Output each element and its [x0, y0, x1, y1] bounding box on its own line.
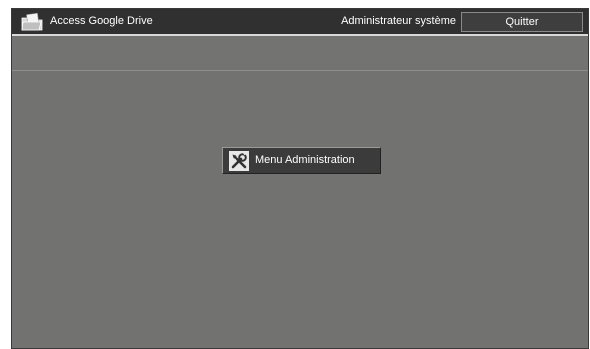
tools-icon [229, 151, 249, 171]
folder-document-icon [21, 13, 43, 31]
main-content: Menu Administration [12, 71, 588, 348]
toolbar-area [12, 36, 588, 71]
app-window: Access Google Drive Administrateur systè… [11, 8, 589, 349]
admin-menu-button[interactable]: Menu Administration [222, 147, 381, 174]
current-user-label: Administrateur système [341, 15, 456, 27]
admin-menu-label: Menu Administration [255, 154, 355, 166]
title-bar: Access Google Drive Administrateur systè… [12, 9, 588, 36]
quit-button[interactable]: Quitter [461, 12, 583, 32]
app-title: Access Google Drive [50, 15, 153, 27]
